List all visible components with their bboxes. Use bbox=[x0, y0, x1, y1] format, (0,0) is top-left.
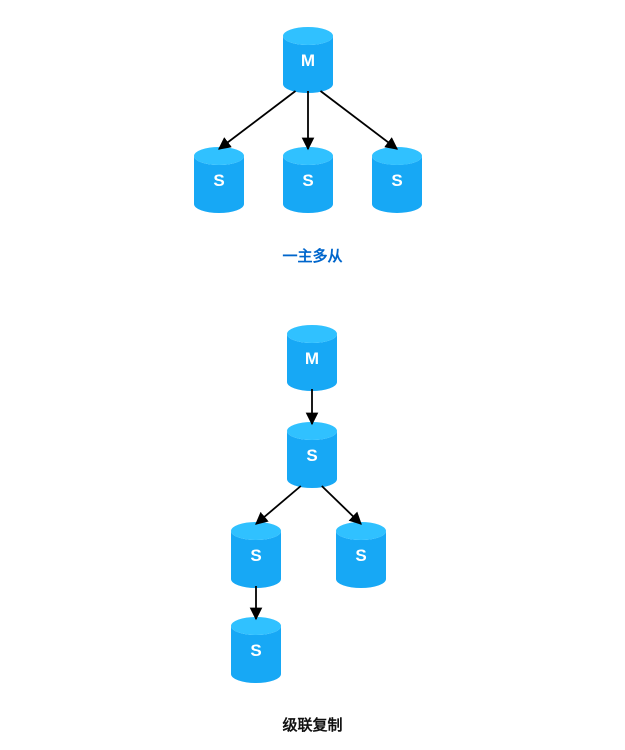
slave-node-icon: S bbox=[194, 147, 244, 213]
replication-arrow-icon bbox=[321, 91, 398, 149]
node-label: M bbox=[305, 349, 319, 368]
node-label: S bbox=[302, 171, 313, 190]
slave-node-icon: S bbox=[231, 617, 281, 683]
diagram2-caption: 级联复制 bbox=[0, 714, 625, 735]
diagram1-caption: 一主多从 bbox=[0, 245, 625, 266]
diagram-canvas: M S S S M S S S S bbox=[0, 0, 625, 750]
node-label: S bbox=[213, 171, 224, 190]
node-label: S bbox=[306, 446, 317, 465]
node-label: S bbox=[250, 641, 261, 660]
slave-node-icon: S bbox=[336, 522, 386, 588]
node-label: S bbox=[355, 546, 366, 565]
slave-node-icon: S bbox=[287, 422, 337, 488]
replication-arrow-icon bbox=[322, 486, 361, 524]
master-node-icon: M bbox=[283, 27, 333, 93]
replication-arrow-icon bbox=[256, 486, 301, 524]
node-label: S bbox=[250, 546, 261, 565]
master-node-icon: M bbox=[287, 325, 337, 391]
slave-node-icon: S bbox=[231, 522, 281, 588]
slave-node-icon: S bbox=[372, 147, 422, 213]
node-label: S bbox=[391, 171, 402, 190]
replication-arrow-icon bbox=[219, 91, 296, 149]
node-label: M bbox=[301, 51, 315, 70]
slave-node-icon: S bbox=[283, 147, 333, 213]
